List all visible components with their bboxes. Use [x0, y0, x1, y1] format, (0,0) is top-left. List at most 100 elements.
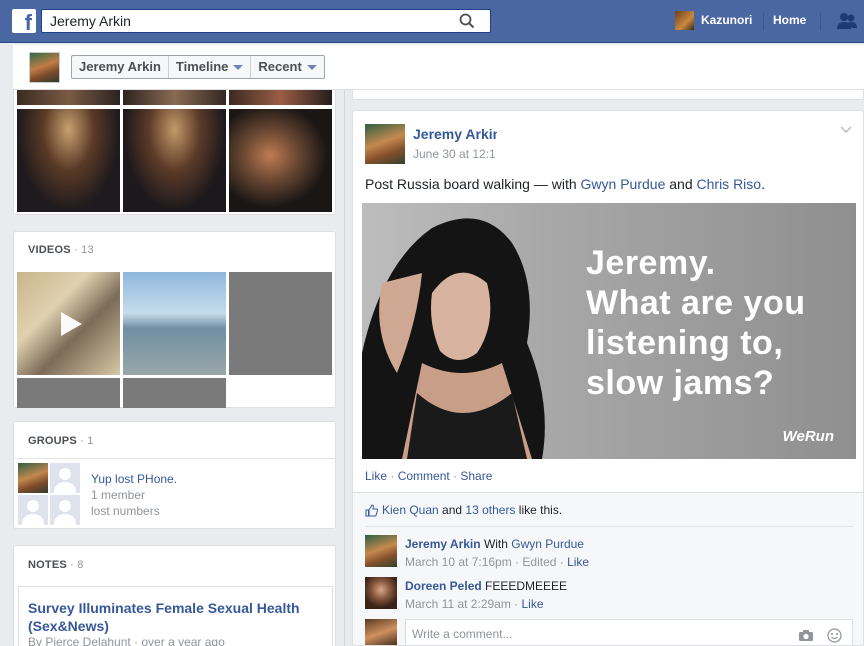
- liker-link[interactable]: Kien Quan: [382, 503, 439, 517]
- video-thumbnail[interactable]: [17, 272, 120, 375]
- group-member-avatar[interactable]: [18, 463, 48, 493]
- recent-label: Recent: [258, 59, 302, 74]
- photo-thumbnail[interactable]: [17, 90, 120, 105]
- comment-link[interactable]: Comment: [398, 469, 450, 483]
- post-timestamp[interactable]: June 30 at 12:1: [413, 147, 497, 161]
- group-description: lost numbers: [91, 504, 160, 518]
- play-icon: [61, 312, 82, 336]
- photo-thumbnail[interactable]: [17, 109, 120, 212]
- note-item[interactable]: Survey Illuminates Female Sexual Health …: [18, 586, 333, 646]
- camera-icon[interactable]: [798, 629, 814, 642]
- group-name-link[interactable]: Yup lost PHone.: [91, 471, 177, 487]
- timeline-button[interactable]: Timeline: [167, 56, 251, 78]
- profile-thumbnail[interactable]: [29, 52, 60, 83]
- share-link[interactable]: Share: [460, 469, 492, 483]
- divider: [14, 458, 336, 459]
- post-author-link[interactable]: Jeremy Arkin: [413, 126, 497, 142]
- post-card: Jeremy Arkin June 30 at 12:1 Post Russia…: [352, 110, 864, 646]
- photo-thumbnail[interactable]: [123, 90, 226, 105]
- user-avatar[interactable]: [675, 11, 694, 30]
- photos-card: [13, 90, 336, 215]
- ad-image[interactable]: Jeremy. What are you listening to, slow …: [362, 203, 856, 459]
- photo-thumbnail[interactable]: [229, 90, 332, 105]
- person-silhouette-icon: [54, 468, 76, 493]
- timeline-label: Timeline: [175, 59, 229, 74]
- nav-divider: [763, 12, 764, 30]
- comment-like-link[interactable]: Like: [522, 597, 544, 611]
- notes-count: · 8: [70, 559, 84, 571]
- subnav-buttons: Jeremy Arkin Timeline Recent: [71, 55, 325, 79]
- timeline-spine: [344, 90, 345, 646]
- home-link[interactable]: Home: [773, 13, 806, 27]
- groups-count: · 1: [80, 435, 94, 447]
- recent-button[interactable]: Recent: [250, 56, 323, 78]
- video-thumbnail[interactable]: [123, 272, 226, 375]
- groups-card: GROUPS · 1 Yup lost PHone. 1 member lost…: [13, 421, 336, 529]
- videos-count: · 13: [74, 244, 94, 256]
- comment-avatar[interactable]: [365, 577, 397, 609]
- post-text-period: .: [761, 176, 765, 192]
- profile-name-label: Jeremy Arkin: [79, 59, 161, 74]
- thumbs-up-icon: [365, 503, 378, 516]
- dot-separator: ·: [449, 469, 461, 483]
- comment-author-link[interactable]: Jeremy Arkin: [405, 537, 481, 551]
- post-author-avatar[interactable]: [365, 124, 405, 164]
- chevron-down-icon: [306, 64, 317, 70]
- search-input[interactable]: [42, 10, 442, 32]
- likes-and: and: [438, 503, 466, 517]
- comment-text: With: [480, 537, 512, 551]
- others-link[interactable]: 13 others: [465, 503, 515, 517]
- comment-meta: March 11 at 2:29am ·: [405, 597, 522, 611]
- group-members: 1 member: [91, 488, 146, 502]
- videos-title: VIDEOS: [28, 244, 71, 256]
- group-member-avatar[interactable]: [50, 463, 80, 493]
- facebook-logo[interactable]: f: [12, 9, 36, 33]
- note-title-link[interactable]: Survey Illuminates Female Sexual Health …: [28, 599, 323, 635]
- friend-requests-icon[interactable]: [836, 12, 858, 30]
- post-text: Post Russia board walking — with Gwyn Pu…: [365, 176, 765, 192]
- tagged-friend-link[interactable]: Gwyn Purdue: [581, 176, 666, 192]
- comment-tag-link[interactable]: Gwyn Purdue: [511, 537, 584, 551]
- comment-text: FEEEDMEEEE: [481, 579, 568, 593]
- comment-box[interactable]: [405, 619, 853, 645]
- group-member-avatar[interactable]: [18, 495, 48, 525]
- ad-line-4: slow jams?: [586, 364, 775, 402]
- groups-heading[interactable]: GROUPS · 1: [28, 435, 94, 447]
- notes-heading[interactable]: NOTES · 8: [28, 559, 84, 571]
- profile-name-button[interactable]: Jeremy Arkin: [72, 56, 168, 78]
- post-text-and: and: [665, 176, 697, 192]
- video-thumbnail[interactable]: [229, 272, 332, 375]
- chevron-down-icon[interactable]: [839, 125, 853, 135]
- likes-summary: Kien Quan and 13 others like this.: [365, 503, 562, 517]
- comment-avatar[interactable]: [365, 535, 397, 567]
- like-link[interactable]: Like: [365, 469, 387, 483]
- comment-author-link[interactable]: Doreen Peled: [405, 579, 482, 593]
- video-thumbnail[interactable]: [123, 378, 226, 408]
- search-box[interactable]: [41, 9, 491, 33]
- photo-thumbnail[interactable]: [123, 109, 226, 212]
- comment-meta: March 10 at 7:16pm · Edited ·: [405, 555, 568, 569]
- emoji-icon[interactable]: [827, 628, 842, 643]
- user-name-link[interactable]: Kazunori: [701, 13, 752, 27]
- search-button[interactable]: [444, 10, 490, 32]
- commenter-avatar[interactable]: [365, 619, 397, 645]
- videos-heading[interactable]: VIDEOS · 13: [28, 244, 94, 256]
- photo-thumbnail[interactable]: [229, 109, 332, 212]
- notes-card: NOTES · 8 Survey Illuminates Female Sexu…: [13, 545, 336, 646]
- divider: [365, 526, 853, 527]
- groups-title: GROUPS: [28, 435, 77, 447]
- video-thumbnail[interactable]: [17, 378, 120, 408]
- tagged-friend-link[interactable]: Chris Riso: [697, 176, 762, 192]
- ad-photo-figure: [362, 218, 545, 459]
- notes-title: NOTES: [28, 559, 67, 571]
- videos-card: VIDEOS · 13: [13, 231, 336, 408]
- timeline-subnav: Jeremy Arkin Timeline Recent: [13, 45, 864, 90]
- previous-post-card: [352, 90, 864, 100]
- ad-line-2: What are you: [586, 284, 806, 322]
- group-member-avatar[interactable]: [50, 495, 80, 525]
- note-meta: By Pierce Delahunt · over a year ago: [28, 635, 225, 646]
- comment-like-link[interactable]: Like: [567, 555, 589, 569]
- ad-line-1: Jeremy.: [586, 244, 716, 282]
- nav-divider: [820, 12, 821, 30]
- comment-input[interactable]: [406, 620, 766, 645]
